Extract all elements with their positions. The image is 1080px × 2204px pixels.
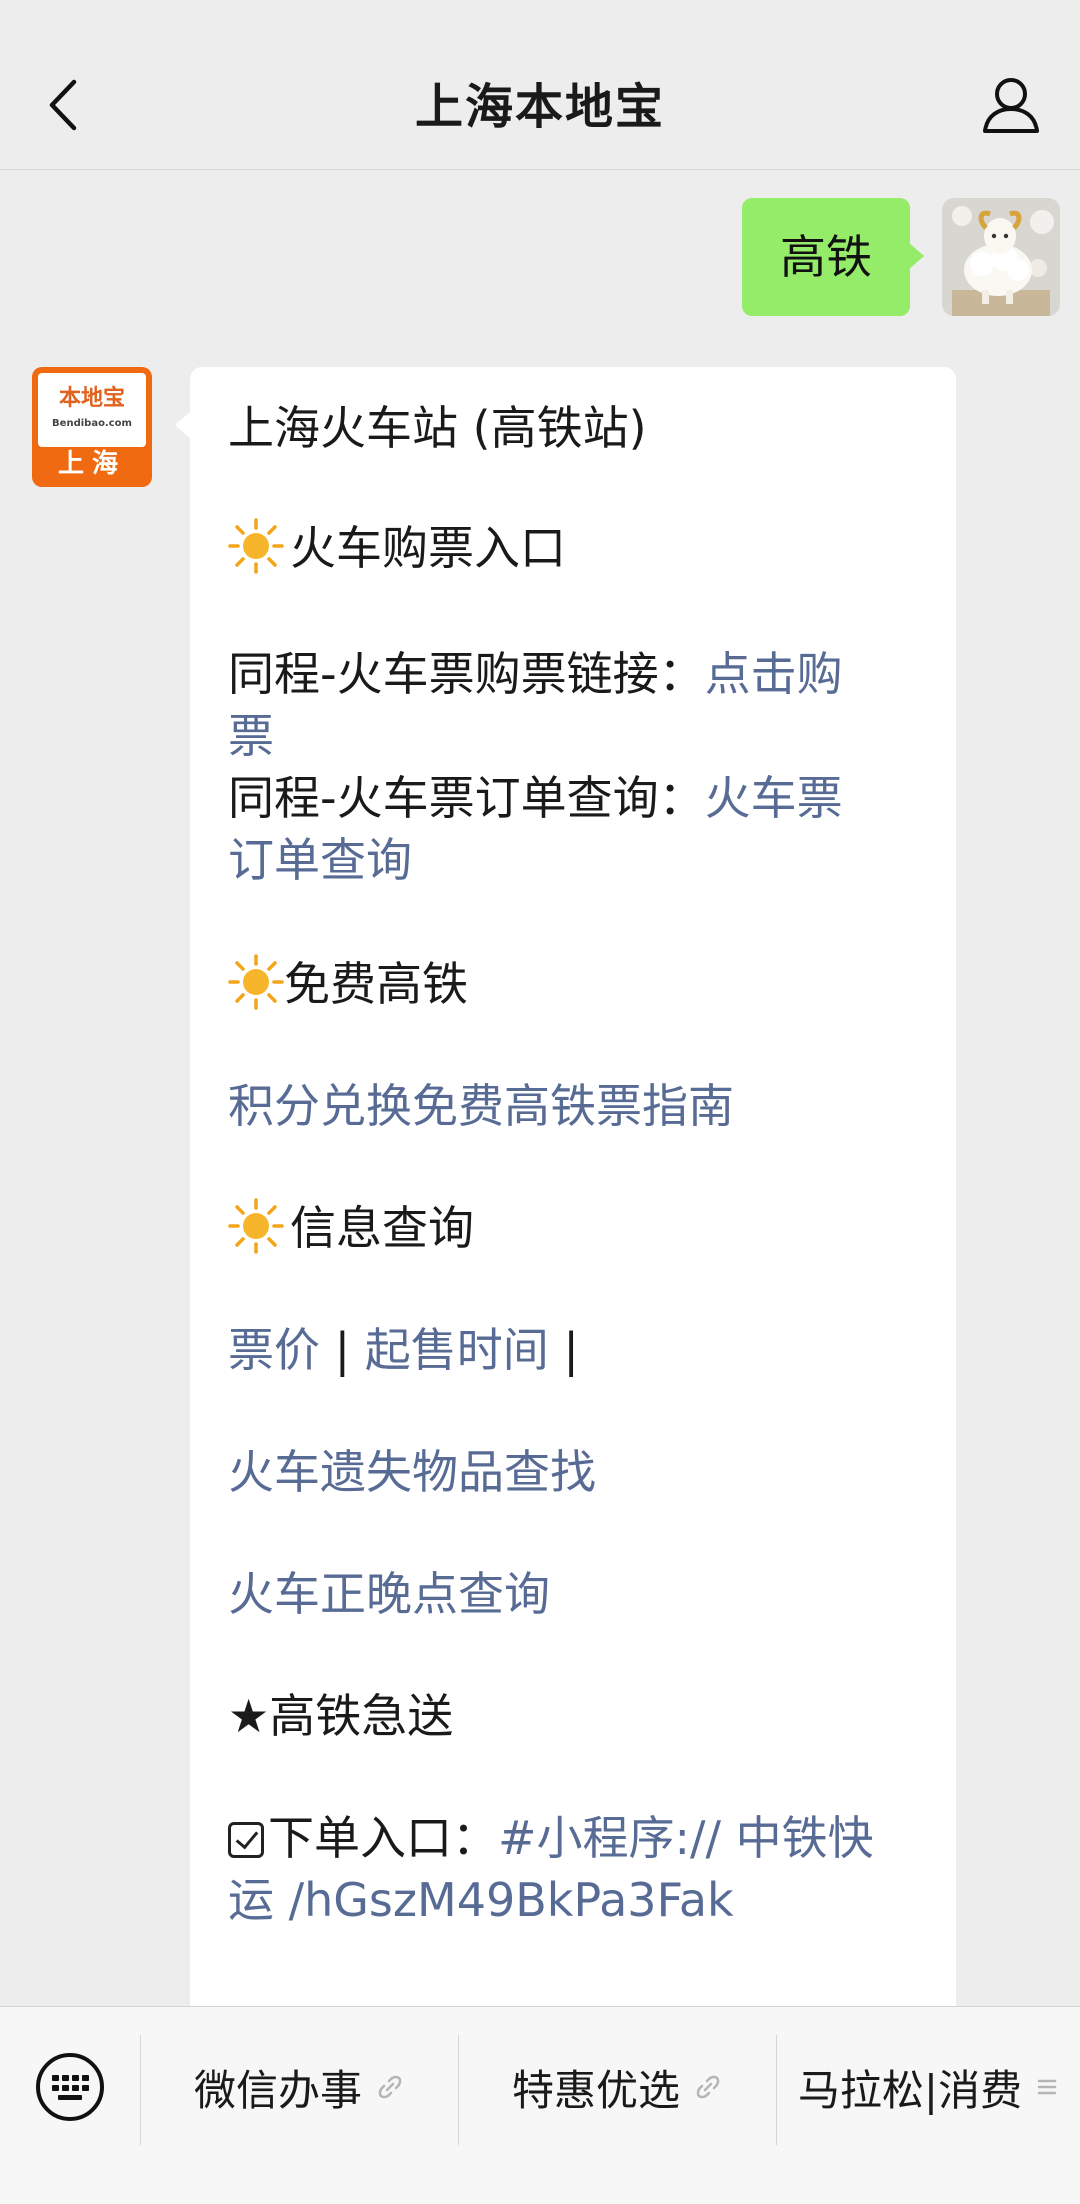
price-sale-line: 票价 | 起售时间 |	[228, 1319, 910, 1381]
ticket-buy-label: 同程-火车票购票链接：	[228, 647, 705, 701]
sun-icon	[228, 1198, 284, 1254]
sale-time-link[interactable]: 起售时间	[365, 1323, 549, 1377]
order-entry-link-cont[interactable]: 运 /hGszM49BkPa3Fak	[228, 1873, 734, 1927]
pipe-separator: |	[320, 1323, 365, 1377]
menu-item-label: 马拉松|消费	[797, 2065, 1023, 2115]
section-free-label: 免费高铁	[284, 957, 468, 1011]
order-entry-label: 下单入口：	[268, 1811, 498, 1865]
sun-icon	[228, 518, 284, 574]
ticket-buy-link[interactable]: 点击购	[705, 647, 843, 701]
ticket-buy-line-wrap: 票	[228, 705, 910, 767]
delay-query-link[interactable]: 火车正晚点查询	[228, 1563, 910, 1625]
outgoing-message-bubble[interactable]: 高铁	[742, 198, 924, 316]
ticket-order-label: 同程-火车票订单查询：	[228, 771, 705, 825]
ticket-buy-link-cont[interactable]: 票	[228, 709, 274, 763]
menu-item-deals[interactable]: 特惠优选	[458, 2007, 776, 2167]
avatar-city: 上海	[57, 449, 126, 479]
sun-icon	[228, 954, 284, 1010]
ticket-order-link[interactable]: 火车票	[705, 771, 843, 825]
keyboard-toggle-button[interactable]	[0, 2007, 140, 2167]
free-guide-link[interactable]: 积分兑换免费高铁票指南	[228, 1075, 910, 1137]
bottom-menu-bar: 微信办事 特惠优选 马拉松|消费	[0, 2006, 1080, 2204]
avatar-domain: Bendibao.com	[52, 418, 132, 429]
avatar-brand: 本地宝	[58, 385, 125, 411]
user-avatar[interactable]	[942, 198, 1060, 316]
price-link[interactable]: 票价	[228, 1323, 320, 1377]
incoming-message-bubble: 上海火车站 (高铁站) 火车购票入口 同程-火车票购票链接：点击购 票 同程-火…	[175, 367, 956, 2204]
person-icon	[983, 78, 1039, 133]
section-info-heading: 信息查询	[228, 1197, 910, 1259]
ticket-buy-line: 同程-火车票购票链接：点击购	[228, 643, 910, 705]
section-free-heading: 免费高铁	[228, 953, 910, 1015]
checkbox-icon	[228, 1822, 264, 1858]
section-ticket-heading: 火车购票入口	[228, 517, 910, 579]
menu-item-label: 特惠优选	[511, 2065, 680, 2115]
order-entry-link[interactable]: #小程序:// 中铁快	[498, 1811, 874, 1865]
keyboard-icon	[36, 2053, 104, 2121]
menu-item-label: 微信办事	[193, 2065, 362, 2115]
ticket-order-link-cont[interactable]: 订单查询	[228, 833, 412, 887]
section-info-label: 信息查询	[290, 1201, 474, 1255]
section-ticket-label: 火车购票入口	[290, 521, 566, 575]
menu-item-marathon-consume[interactable]: 马拉松|消费	[776, 2007, 1080, 2167]
lost-items-link[interactable]: 火车遗失物品查找	[228, 1441, 910, 1503]
order-entry-line-wrap: 运 /hGszM49BkPa3Fak	[228, 1869, 910, 1931]
nav-header: 上海本地宝	[0, 0, 1080, 170]
sheep-avatar-image	[942, 198, 1060, 316]
order-entry-line: 下单入口：#小程序:// 中铁快	[228, 1807, 910, 1869]
ticket-order-line: 同程-火车票订单查询：火车票	[228, 767, 910, 829]
official-account-profile-button[interactable]	[978, 72, 1044, 138]
ticket-order-line-wrap: 订单查询	[228, 829, 910, 891]
link-icon	[696, 2075, 720, 2099]
pipe-separator: |	[548, 1323, 579, 1377]
submenu-lines-icon	[1037, 2079, 1057, 2095]
avatar-logo-panel: 本地宝 Bendibao.com	[38, 373, 146, 447]
link-icon	[378, 2075, 402, 2099]
menu-item-wechat-affairs[interactable]: 微信办事	[140, 2007, 458, 2167]
bendibao-avatar[interactable]: 本地宝 Bendibao.com 上海	[32, 367, 152, 487]
station-title: 上海火车站 (高铁站)	[228, 401, 647, 455]
page-title: 上海本地宝	[414, 79, 665, 135]
section-express-heading: ★高铁急送	[228, 1689, 454, 1743]
